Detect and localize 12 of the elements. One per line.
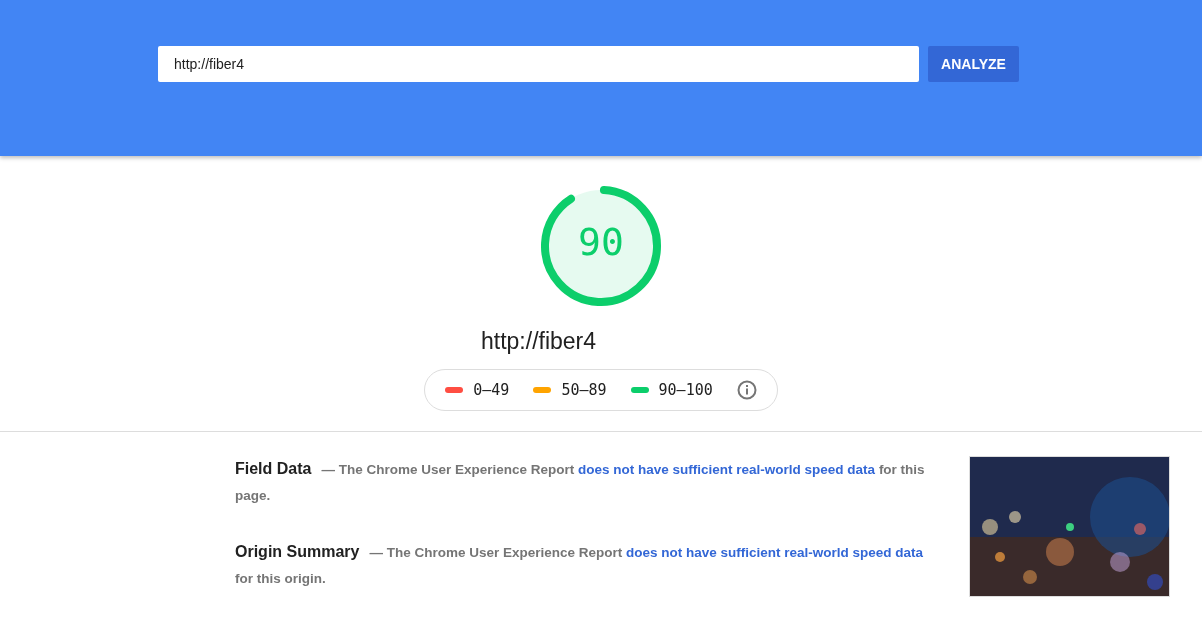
range-label: 90–100 <box>658 381 713 399</box>
info-link[interactable]: does not have sufficient real-world speed data <box>578 462 876 477</box>
url-input-field[interactable]: http://fiber4 <box>158 46 919 82</box>
range-label: 0–49 <box>473 381 510 399</box>
performance-score: 90 <box>577 220 625 264</box>
data-notice: Field Data — The Chrome User Experience Report does not have sufficient real-world speed data for this page. <box>235 459 926 505</box>
page-url: http://fiber4 <box>481 328 598 355</box>
range-label: 50–89 <box>561 381 607 399</box>
info-icon[interactable] <box>736 380 757 400</box>
info-link[interactable]: does not have sufficient real-world speed data <box>626 545 924 560</box>
analyze-button[interactable]: ANALYZE <box>928 46 1019 82</box>
data-notice: Origin Summary — The Chrome User Experience Report does not have sufficient real-world speed data for this origin. <box>235 542 925 588</box>
